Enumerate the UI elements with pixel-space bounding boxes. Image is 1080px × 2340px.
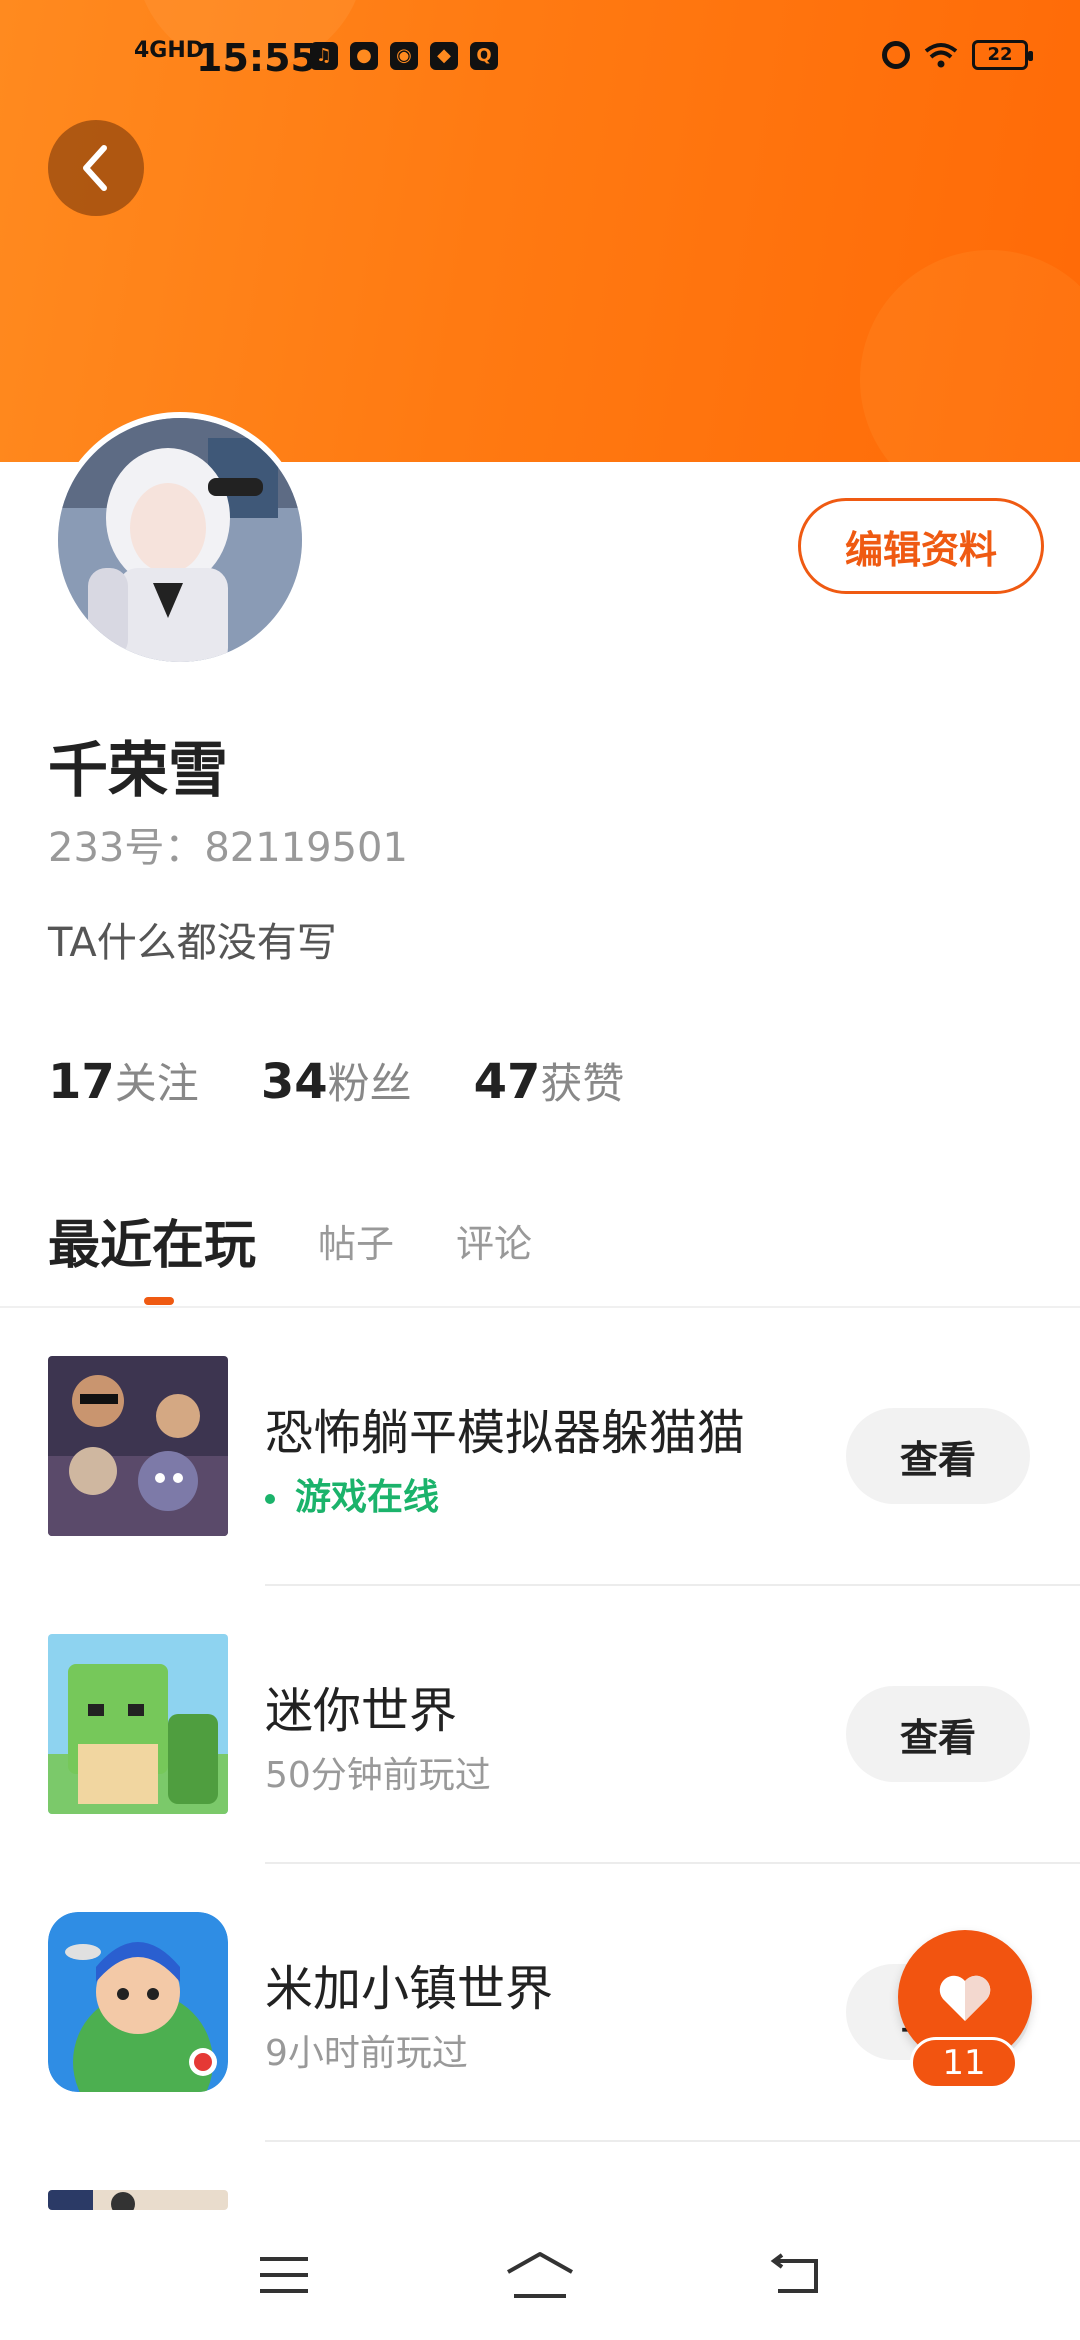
- game-thumbnail: [48, 1356, 228, 1536]
- like-count-badge: 11: [910, 2037, 1018, 2089]
- list-item[interactable]: [0, 2142, 1080, 2210]
- stat-label: 获赞: [540, 1059, 625, 1108]
- game-thumbnail: [48, 1634, 228, 1814]
- view-button[interactable]: 查看: [846, 1686, 1030, 1782]
- header-decoration: [860, 250, 1080, 462]
- game-title: 米加小镇世界: [265, 1961, 554, 2017]
- wechat-icon: ◉: [390, 42, 418, 70]
- edit-profile-button[interactable]: 编辑资料: [798, 498, 1044, 594]
- tab-recently-played[interactable]: 最近在玩: [48, 1203, 256, 1278]
- back-button[interactable]: [48, 120, 144, 216]
- profile-name: 千荣雪: [48, 736, 228, 806]
- stat-number: 47: [473, 1054, 541, 1110]
- tab-comments[interactable]: 评论: [456, 1213, 532, 1268]
- tab-active-indicator: [144, 1297, 174, 1305]
- game-thumbnail: [48, 1912, 228, 2092]
- profile-bio: TA什么都没有写: [48, 920, 337, 966]
- stat-number: 34: [260, 1054, 328, 1110]
- profile-stats: 17 关注 34 粉丝 47 获赞: [48, 1050, 624, 1111]
- status-right: 22: [882, 40, 1033, 70]
- game-status-text: 游戏在线: [295, 1477, 440, 1518]
- heart-icon: [939, 1975, 991, 2021]
- chevron-left-icon: [83, 145, 107, 191]
- game-status: 50分钟前玩过: [265, 1755, 491, 1796]
- list-item[interactable]: 迷你世界 50分钟前玩过 查看: [0, 1586, 1080, 1864]
- back-nav-icon[interactable]: [768, 2253, 824, 2297]
- status-bar: 4GHD 15:55 ♫ ● ◉ ◆ Q 22: [0, 0, 1080, 120]
- profile-header-banner: 4GHD 15:55 ♫ ● ◉ ◆ Q 22: [0, 0, 1080, 462]
- stat-number: 17: [48, 1054, 115, 1110]
- profile-id: 233号：82119501: [48, 825, 408, 871]
- profile-tabs: 最近在玩 帖子 评论: [48, 1200, 1048, 1280]
- game-status: 游戏在线: [265, 1468, 439, 1520]
- app-notification-icon: Q: [470, 42, 498, 70]
- stat-likes[interactable]: 47 获赞: [474, 1050, 625, 1111]
- stat-followers[interactable]: 34 粉丝: [261, 1050, 412, 1111]
- stat-following[interactable]: 17 关注: [48, 1050, 199, 1111]
- wifi-icon: [924, 43, 958, 68]
- profile-page: 4GHD 15:55 ♫ ● ◉ ◆ Q 22 编辑资料 千荣雪 233号：82…: [0, 0, 1080, 2340]
- game-status: 9小时前玩过: [265, 2033, 468, 2074]
- alarm-icon: [882, 41, 910, 69]
- system-nav-bar: [0, 2210, 1080, 2340]
- tab-posts[interactable]: 帖子: [318, 1213, 394, 1268]
- game-title: 恐怖躺平模拟器躲猫猫: [265, 1405, 746, 1461]
- list-item[interactable]: 恐怖躺平模拟器躲猫猫 游戏在线 查看: [0, 1308, 1080, 1586]
- battery-icon: 22: [972, 40, 1033, 70]
- game-title: 迷你世界: [265, 1683, 458, 1739]
- menu-icon[interactable]: [256, 2253, 312, 2297]
- app-notification-icon: ●: [350, 42, 378, 70]
- avatar[interactable]: [52, 412, 308, 668]
- notification-icons: ♫ ● ◉ ◆ Q: [310, 42, 498, 70]
- stat-label: 粉丝: [327, 1059, 412, 1108]
- stat-label: 关注: [114, 1059, 199, 1108]
- game-thumbnail: [48, 2190, 228, 2210]
- network-indicator: 4GHD: [134, 38, 205, 63]
- status-time: 15:55: [196, 36, 317, 80]
- music-icon: ♫: [310, 42, 338, 70]
- view-button[interactable]: 查看: [846, 1408, 1030, 1504]
- app-notification-icon: ◆: [430, 42, 458, 70]
- avatar-image: [58, 418, 302, 662]
- online-dot-icon: [265, 1494, 275, 1504]
- home-icon[interactable]: [504, 2250, 576, 2300]
